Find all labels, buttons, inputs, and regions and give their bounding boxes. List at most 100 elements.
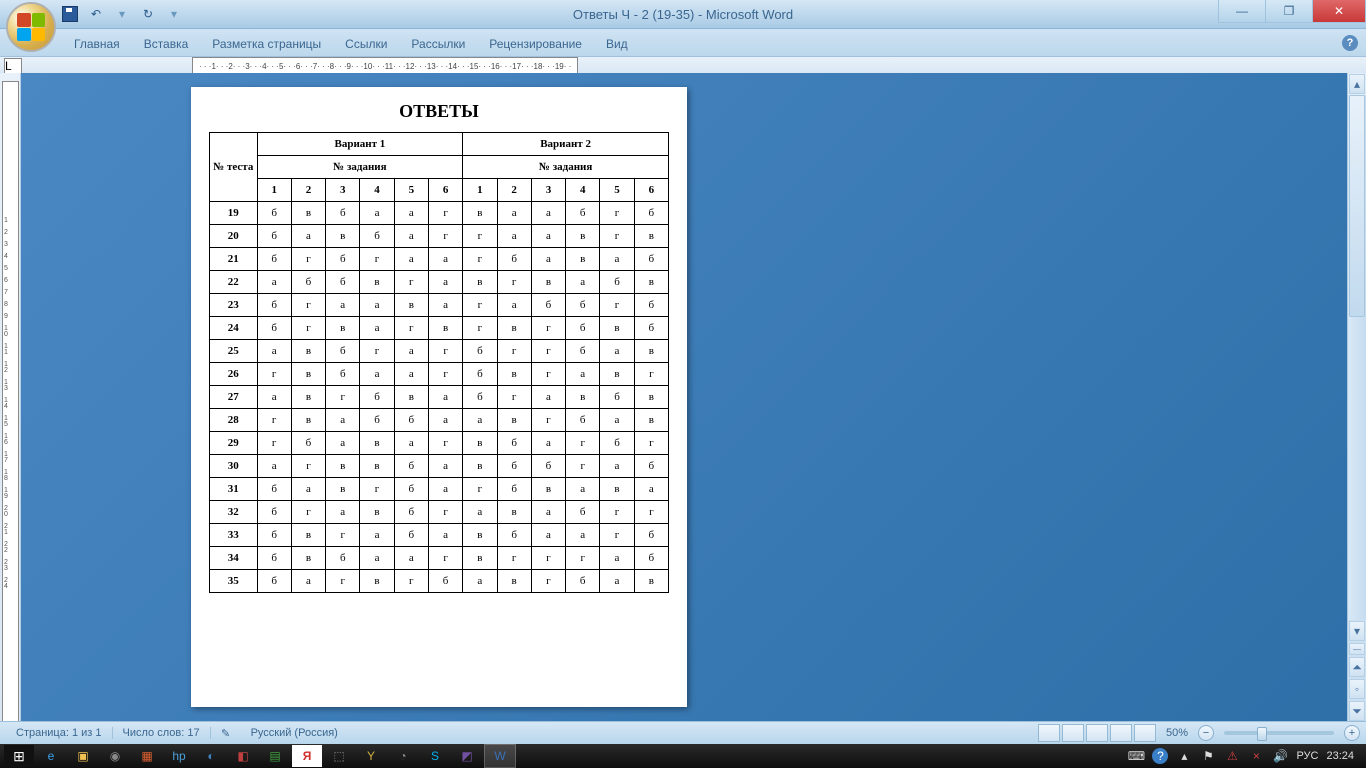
vertical-scrollbar[interactable]: ▴ ▾ — ⏶ ◦ ⏷ xyxy=(1347,73,1366,722)
tray-help-icon[interactable]: ? xyxy=(1152,748,1168,764)
tb-app2-icon[interactable]: ▦ xyxy=(132,745,162,767)
tb-hp-icon[interactable]: hp xyxy=(164,745,194,767)
tab-view[interactable]: Вид xyxy=(594,32,640,56)
tbl-cell: г xyxy=(600,202,634,225)
tbl-cell: б xyxy=(566,317,600,340)
tbl-cell: б xyxy=(326,248,360,271)
spellcheck-icon[interactable]: ✎ xyxy=(217,725,235,741)
office-button[interactable] xyxy=(6,2,56,52)
tray-battery-icon[interactable]: × xyxy=(1248,748,1264,764)
tb-app4-icon[interactable]: ◧ xyxy=(228,745,258,767)
tb-app3-icon[interactable]: ◐ xyxy=(196,745,226,767)
tbl-cell: г xyxy=(291,248,325,271)
tray-network-icon[interactable]: ⚠ xyxy=(1224,748,1240,764)
tbl-cell: г xyxy=(326,524,360,547)
zoom-out-icon[interactable]: − xyxy=(1198,725,1214,741)
table-row: 31бавгбагбвава xyxy=(210,478,669,501)
tab-review[interactable]: Рецензирование xyxy=(477,32,594,56)
tb-ie-icon[interactable]: e xyxy=(36,745,66,767)
tbl-cell: а xyxy=(497,225,531,248)
tb-skype-icon[interactable]: S xyxy=(420,745,450,767)
tray-chevron-icon[interactable]: ▴ xyxy=(1176,748,1192,764)
tbl-cell: г xyxy=(428,547,462,570)
tab-references[interactable]: Ссылки xyxy=(333,32,399,56)
tb-app1-icon[interactable]: ◉ xyxy=(100,745,130,767)
select-browse-icon[interactable]: ◦ xyxy=(1349,679,1365,699)
tb-app8-icon[interactable]: ◔ xyxy=(388,745,418,767)
tbl-cell: г xyxy=(566,547,600,570)
save-icon[interactable] xyxy=(60,4,80,24)
tbl-cell: а xyxy=(257,340,291,363)
tray-lang[interactable]: РУС xyxy=(1296,750,1318,762)
table-row: 30агввбавббгаб xyxy=(210,455,669,478)
tab-home[interactable]: Главная xyxy=(62,32,132,56)
prev-page-icon[interactable]: ⏶ xyxy=(1349,657,1365,677)
tbl-cell: г xyxy=(428,340,462,363)
tbl-cell: г xyxy=(326,386,360,409)
undo-icon[interactable]: ↶ xyxy=(86,4,106,24)
tab-stop-selector[interactable]: L xyxy=(4,58,22,74)
tbl-cell: а xyxy=(360,547,394,570)
tray-flag-icon[interactable]: ⚑ xyxy=(1200,748,1216,764)
browse-sep-icon: — xyxy=(1349,643,1365,655)
tbl-cell: в xyxy=(634,271,668,294)
qat-more-icon[interactable]: ▾ xyxy=(164,4,184,24)
tb-app9-icon[interactable]: ◩ xyxy=(452,745,482,767)
tab-mailings[interactable]: Рассылки xyxy=(399,32,477,56)
tbl-cell: в xyxy=(566,386,600,409)
next-page-icon[interactable]: ⏷ xyxy=(1349,701,1365,721)
tbl-cell: а xyxy=(566,478,600,501)
tb-explorer-icon[interactable]: ▣ xyxy=(68,745,98,767)
scroll-track[interactable] xyxy=(1348,95,1366,620)
scroll-up-icon[interactable]: ▴ xyxy=(1349,74,1365,94)
close-button[interactable]: ✕ xyxy=(1312,0,1366,23)
tbl-rownum: 19 xyxy=(210,202,258,225)
tb-yandex-icon[interactable]: Я xyxy=(292,745,322,767)
tray-keyboard-icon[interactable]: ⌨ xyxy=(1128,748,1144,764)
tray-volume-icon[interactable]: 🔊 xyxy=(1272,748,1288,764)
tbl-cell: б xyxy=(360,409,394,432)
status-words[interactable]: Число слов: 17 xyxy=(113,727,211,739)
system-tray: ⌨ ? ▴ ⚑ ⚠ × 🔊 РУС 23:24 xyxy=(1128,748,1362,764)
start-button[interactable]: ⊞ xyxy=(4,745,34,767)
tbl-cell: а xyxy=(531,202,565,225)
tbl-cell: в xyxy=(463,547,497,570)
vertical-ruler[interactable]: 1 2 3 4 5 6 7 8 9 10 11 12 13 14 15 16 1… xyxy=(2,81,19,722)
tbl-cell: б xyxy=(634,455,668,478)
tray-time[interactable]: 23:24 xyxy=(1326,750,1354,762)
tbl-cell: б xyxy=(291,271,325,294)
tbl-cell: б xyxy=(600,271,634,294)
table-row: 27авгбвабгавбв xyxy=(210,386,669,409)
tbl-cell: а xyxy=(634,478,668,501)
tbl-cell: б xyxy=(257,248,291,271)
view-fullscreen[interactable] xyxy=(1062,724,1084,742)
help-icon[interactable]: ? xyxy=(1342,35,1358,51)
table-row: 26гвбаагбвгавг xyxy=(210,363,669,386)
page-viewport[interactable]: ОТВЕТЫ № тестаВариант 1Вариант 2№ задани… xyxy=(21,73,1347,722)
view-print-layout[interactable] xyxy=(1038,724,1060,742)
zoom-value[interactable]: 50% xyxy=(1166,727,1188,739)
minimize-button[interactable]: — xyxy=(1218,0,1266,23)
tb-app7-icon[interactable]: Y xyxy=(356,745,386,767)
status-page[interactable]: Страница: 1 из 1 xyxy=(6,727,113,739)
tab-insert[interactable]: Вставка xyxy=(132,32,201,56)
scroll-thumb[interactable] xyxy=(1349,95,1365,317)
status-lang[interactable]: Русский (Россия) xyxy=(241,727,348,739)
redo-icon[interactable]: ↻ xyxy=(138,4,158,24)
maximize-button[interactable]: ❐ xyxy=(1265,0,1313,23)
view-draft[interactable] xyxy=(1134,724,1156,742)
view-web[interactable] xyxy=(1086,724,1108,742)
tab-pagelayout[interactable]: Разметка страницы xyxy=(200,32,333,56)
tb-app6-icon[interactable]: ⬚ xyxy=(324,745,354,767)
tbl-cell: а xyxy=(394,248,428,271)
tb-app5-icon[interactable]: ▤ xyxy=(260,745,290,767)
tb-word-icon[interactable]: W xyxy=(484,744,516,768)
tbl-cell: а xyxy=(566,271,600,294)
zoom-in-icon[interactable]: + xyxy=(1344,725,1360,741)
view-outline[interactable] xyxy=(1110,724,1132,742)
zoom-slider-thumb[interactable] xyxy=(1257,727,1267,741)
table-row: 19бвбаагваабгб xyxy=(210,202,669,225)
zoom-slider[interactable] xyxy=(1224,731,1334,735)
tbl-cell: а xyxy=(291,570,325,593)
scroll-down-icon[interactable]: ▾ xyxy=(1349,621,1365,641)
